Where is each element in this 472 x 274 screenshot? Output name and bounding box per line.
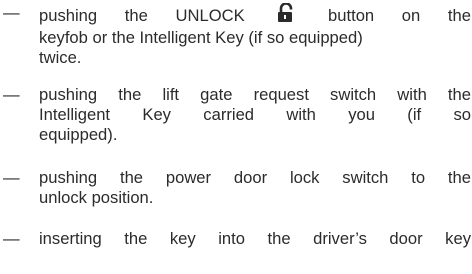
unlock-icon <box>273 2 299 28</box>
list-dash: — <box>3 229 20 248</box>
list-dash: — <box>3 168 20 187</box>
text-after-icon: button on the <box>328 6 471 25</box>
list-item-line: pushing the UNLOCK button on the <box>39 2 471 28</box>
manual-page: — pushing the UNLOCK button on the keyfo… <box>0 0 472 274</box>
list-item: — pushing the power door lock switch to … <box>0 168 472 208</box>
list-item: — inserting the key into the driver’s do… <box>0 229 472 249</box>
list-dash: — <box>3 85 20 104</box>
text-before-icon: pushing the UNLOCK <box>39 6 245 25</box>
list-item-line: pushing the power door lock switch to th… <box>39 168 471 187</box>
list-item: — pushing the UNLOCK button on the keyfo… <box>0 2 472 68</box>
list-item-line: Intelligent Key carried with you (if so <box>39 105 471 124</box>
list-item-text: pushing the lift gate request switch wit… <box>39 85 471 145</box>
list-item-text: inserting the key into the driver’s door… <box>39 229 471 249</box>
list-item-text: pushing the power door lock switch to th… <box>39 168 471 208</box>
list-dash: — <box>3 3 20 22</box>
list-item-line: pushing the lift gate request switch wit… <box>39 85 471 104</box>
list-item-text: pushing the UNLOCK button on the keyfob … <box>39 2 471 68</box>
list-item-line: unlock position. <box>39 188 154 207</box>
list-item-line: keyfob or the Intelligent Key (if so equ… <box>39 28 363 47</box>
list-item-line: inserting the key into the driver’s door… <box>39 229 471 248</box>
list-item-line: twice. <box>39 48 82 67</box>
list-item-line: equipped). <box>39 125 118 144</box>
list-item: — pushing the lift gate request switch w… <box>0 85 472 145</box>
